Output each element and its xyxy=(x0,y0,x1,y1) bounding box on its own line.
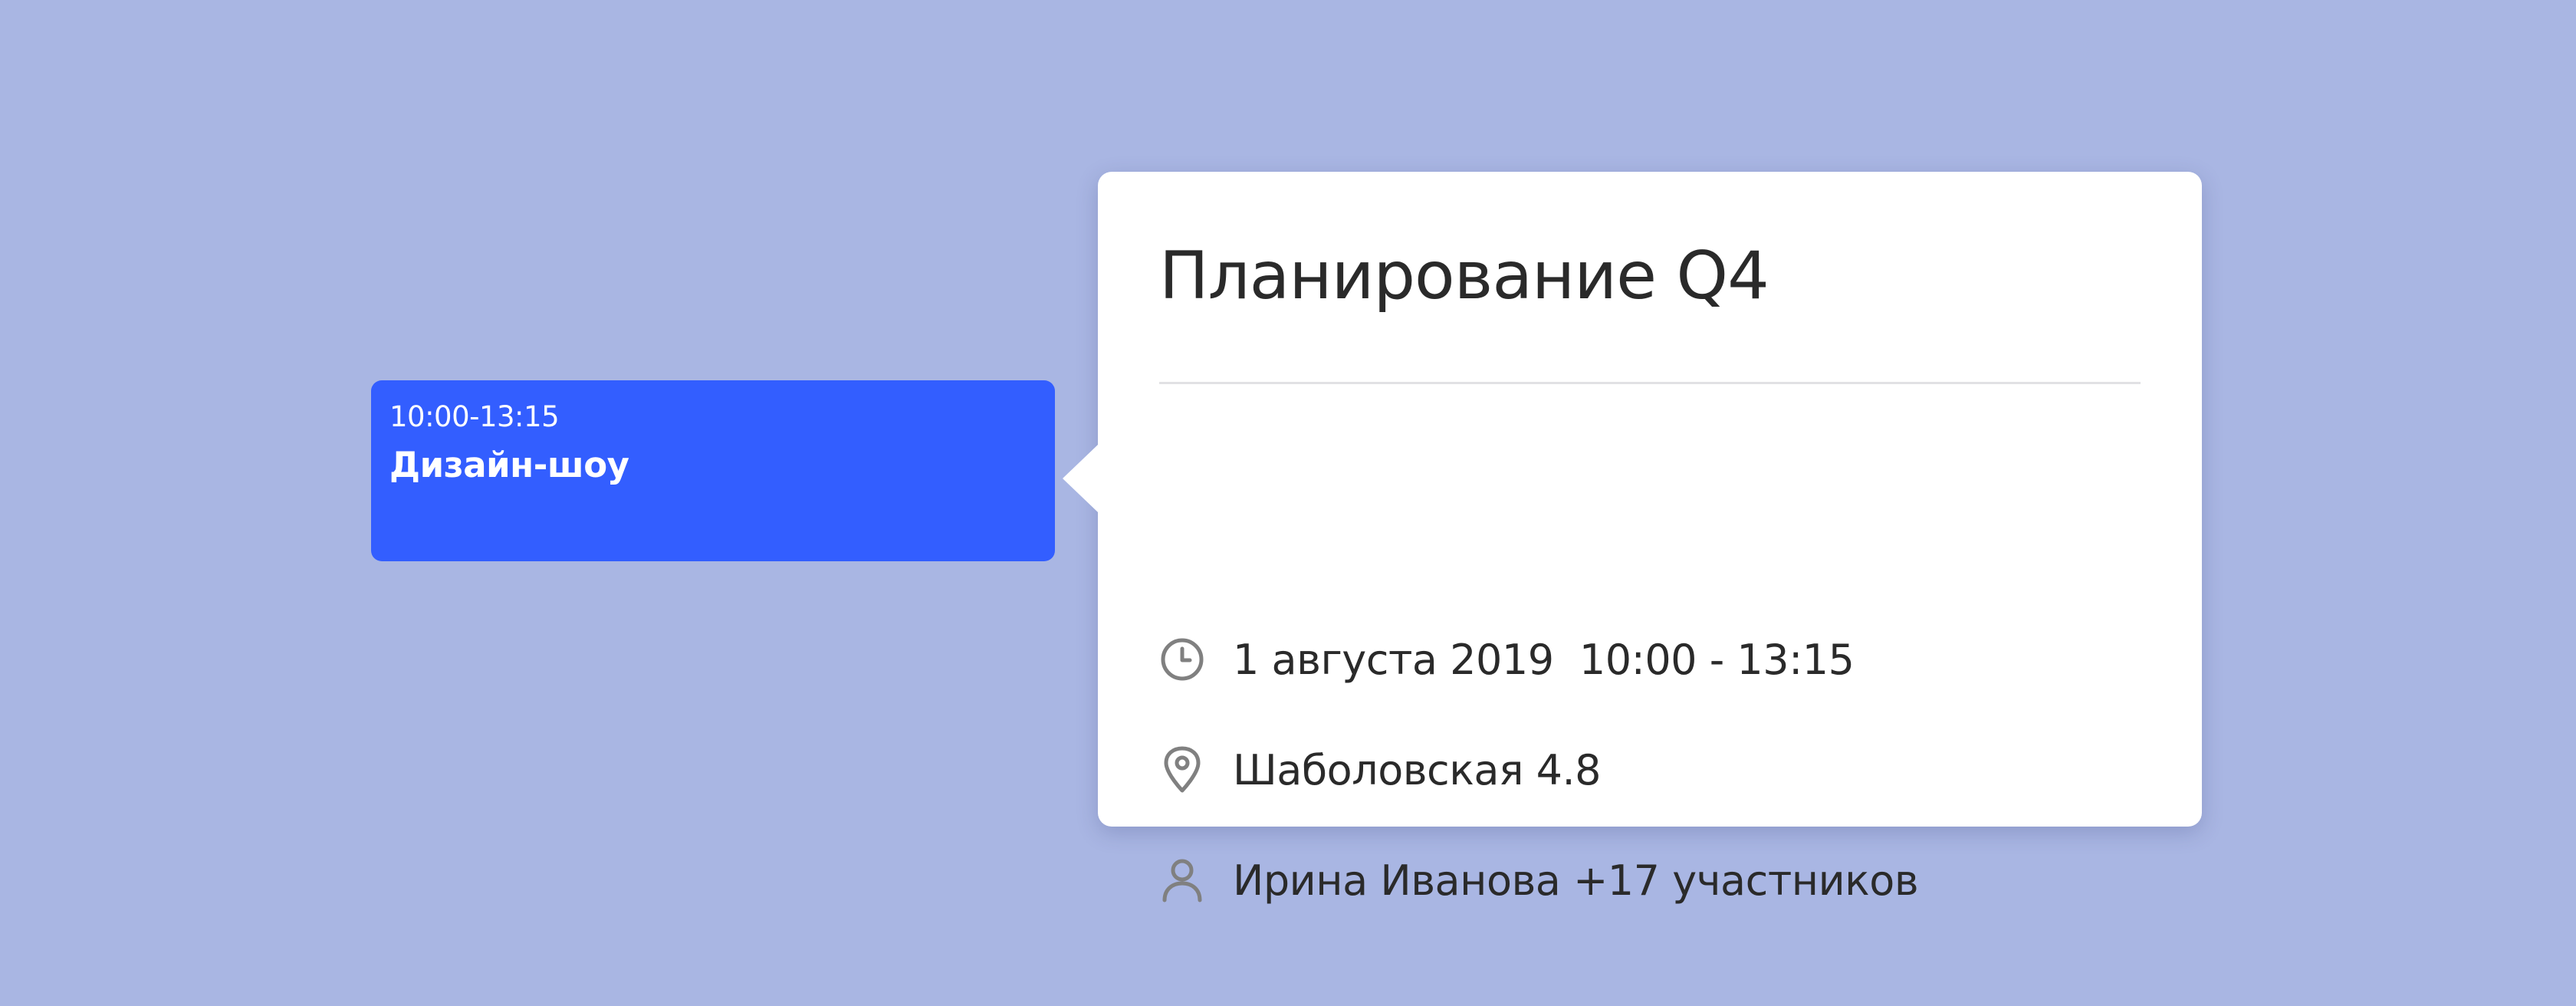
clock-icon xyxy=(1159,636,1205,682)
location-pin-icon xyxy=(1159,746,1205,793)
event-datetime: 1 августа 2019 10:00 - 13:15 xyxy=(1233,635,1855,684)
event-details-popover: Планирование Q4 1 августа 2019 10:00 - 1… xyxy=(1063,172,2202,905)
person-icon xyxy=(1159,857,1205,903)
calendar-event-block[interactable]: 10:00-13:15 Дизайн-шоу xyxy=(371,380,1055,561)
event-participants: Ирина Иванова +17 участников xyxy=(1233,856,1919,905)
popover-arrow xyxy=(1063,445,1098,512)
popover-title: Планирование Q4 xyxy=(1159,238,1769,314)
event-title: Дизайн-шоу xyxy=(389,445,629,485)
event-participants-row[interactable]: Ирина Иванова +17 участников xyxy=(1159,850,1919,911)
event-location-row: Шаболовская 4.8 xyxy=(1159,739,1601,801)
event-location: Шаболовская 4.8 xyxy=(1233,745,1601,794)
popover-divider xyxy=(1159,382,2141,384)
event-datetime-row: 1 августа 2019 10:00 - 13:15 xyxy=(1159,629,1855,690)
event-time-range: 10:00-13:15 xyxy=(389,400,560,433)
